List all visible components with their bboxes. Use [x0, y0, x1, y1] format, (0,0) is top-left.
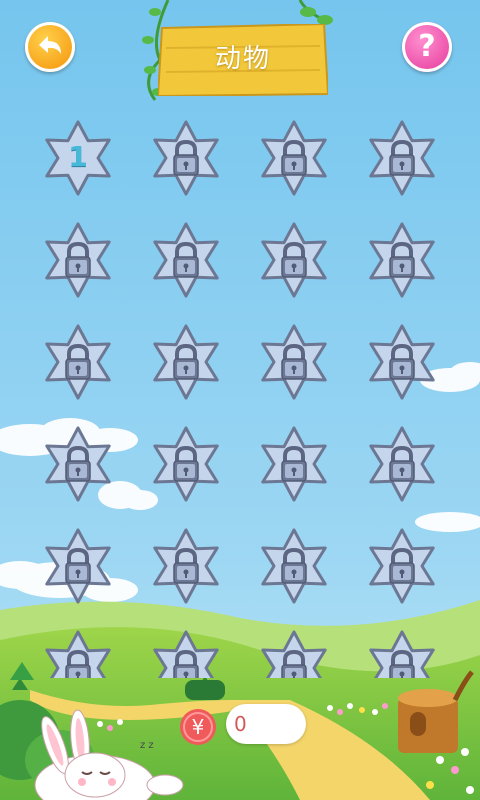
level-button-locked[interactable] [362, 220, 442, 300]
flower-icon [369, 528, 435, 604]
level-button-locked[interactable] [362, 628, 442, 678]
flower-icon [153, 120, 219, 196]
flower-icon [261, 120, 327, 196]
flower-icon [45, 222, 111, 298]
flower-icon [153, 426, 219, 502]
flower-icon [153, 528, 219, 604]
level-button-locked[interactable] [146, 322, 226, 402]
bush [185, 680, 225, 700]
flower-icon [45, 630, 111, 678]
level-number: 1 [68, 140, 88, 173]
flower-icon [369, 630, 435, 678]
level-button-locked[interactable] [146, 424, 226, 504]
flower-icon [369, 324, 435, 400]
coin-counter: 0 [226, 704, 306, 744]
level-button-locked[interactable] [254, 118, 334, 198]
level-button-locked[interactable] [38, 628, 118, 678]
level-button-locked[interactable] [38, 322, 118, 402]
flower-icon [261, 630, 327, 678]
flower-icon [261, 324, 327, 400]
flower-icon [153, 222, 219, 298]
flower-icon [369, 426, 435, 502]
level-button-locked[interactable] [146, 220, 226, 300]
level-button-locked[interactable] [146, 526, 226, 606]
level-button-locked[interactable] [254, 424, 334, 504]
flower-icon [153, 324, 219, 400]
level-button[interactable]: 1 [38, 118, 118, 198]
level-button-locked[interactable] [254, 220, 334, 300]
flower-icon [261, 426, 327, 502]
level-button-locked[interactable] [38, 424, 118, 504]
flower-icon [45, 426, 111, 502]
level-button-locked[interactable] [362, 424, 442, 504]
flower-icon [153, 630, 219, 678]
level-button-locked[interactable] [362, 526, 442, 606]
yuan-coin-icon: ¥ [180, 709, 216, 745]
level-button-locked[interactable] [254, 322, 334, 402]
coin-count: 0 [234, 712, 247, 736]
level-button-locked[interactable] [146, 628, 226, 678]
level-button-locked[interactable] [38, 220, 118, 300]
flower-icon [369, 120, 435, 196]
flower-icon [45, 324, 111, 400]
level-button-locked[interactable] [146, 118, 226, 198]
flower-icon [369, 222, 435, 298]
level-button-locked[interactable] [254, 628, 334, 678]
flower-icon [261, 528, 327, 604]
coin-symbol: ¥ [192, 715, 205, 739]
level-grid: 1 [0, 0, 480, 678]
flower-icon [261, 222, 327, 298]
level-button-locked[interactable] [362, 118, 442, 198]
flower-icon [45, 528, 111, 604]
svg-text:z z: z z [140, 740, 154, 751]
level-button-locked[interactable] [38, 526, 118, 606]
level-button-locked[interactable] [362, 322, 442, 402]
level-button-locked[interactable] [254, 526, 334, 606]
